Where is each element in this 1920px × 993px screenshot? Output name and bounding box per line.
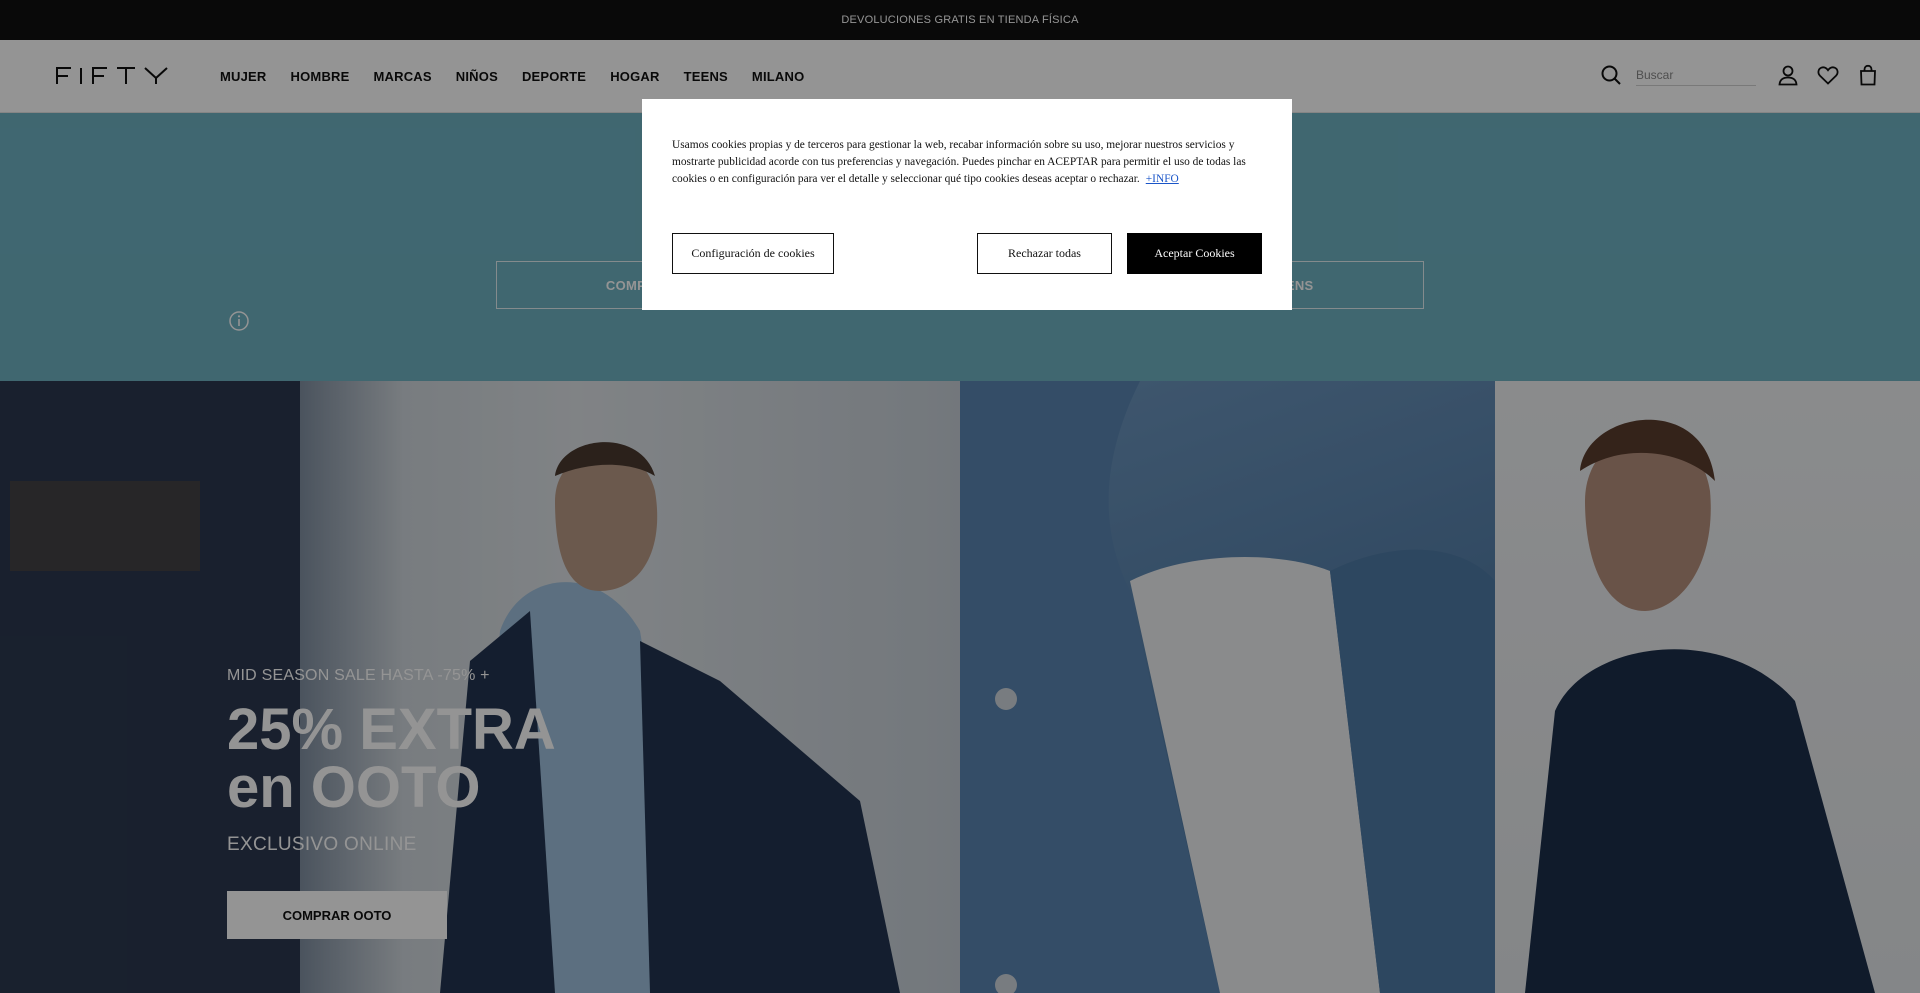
cookie-config-label: Configuración de cookies [691,246,815,260]
cookie-accept-label: Aceptar Cookies [1154,246,1235,260]
cookie-dialog: Usamos cookies propias y de terceros par… [642,99,1292,310]
cookie-reject-label: Rechazar todas [1008,246,1081,260]
cookie-config-button[interactable]: Configuración de cookies [672,233,834,274]
cookie-more-info-link[interactable]: +INFO [1146,173,1179,185]
cookie-accept-button[interactable]: Aceptar Cookies [1127,233,1262,274]
cookie-message: Usamos cookies propias y de terceros par… [672,137,1264,188]
cookie-reject-button[interactable]: Rechazar todas [977,233,1112,274]
